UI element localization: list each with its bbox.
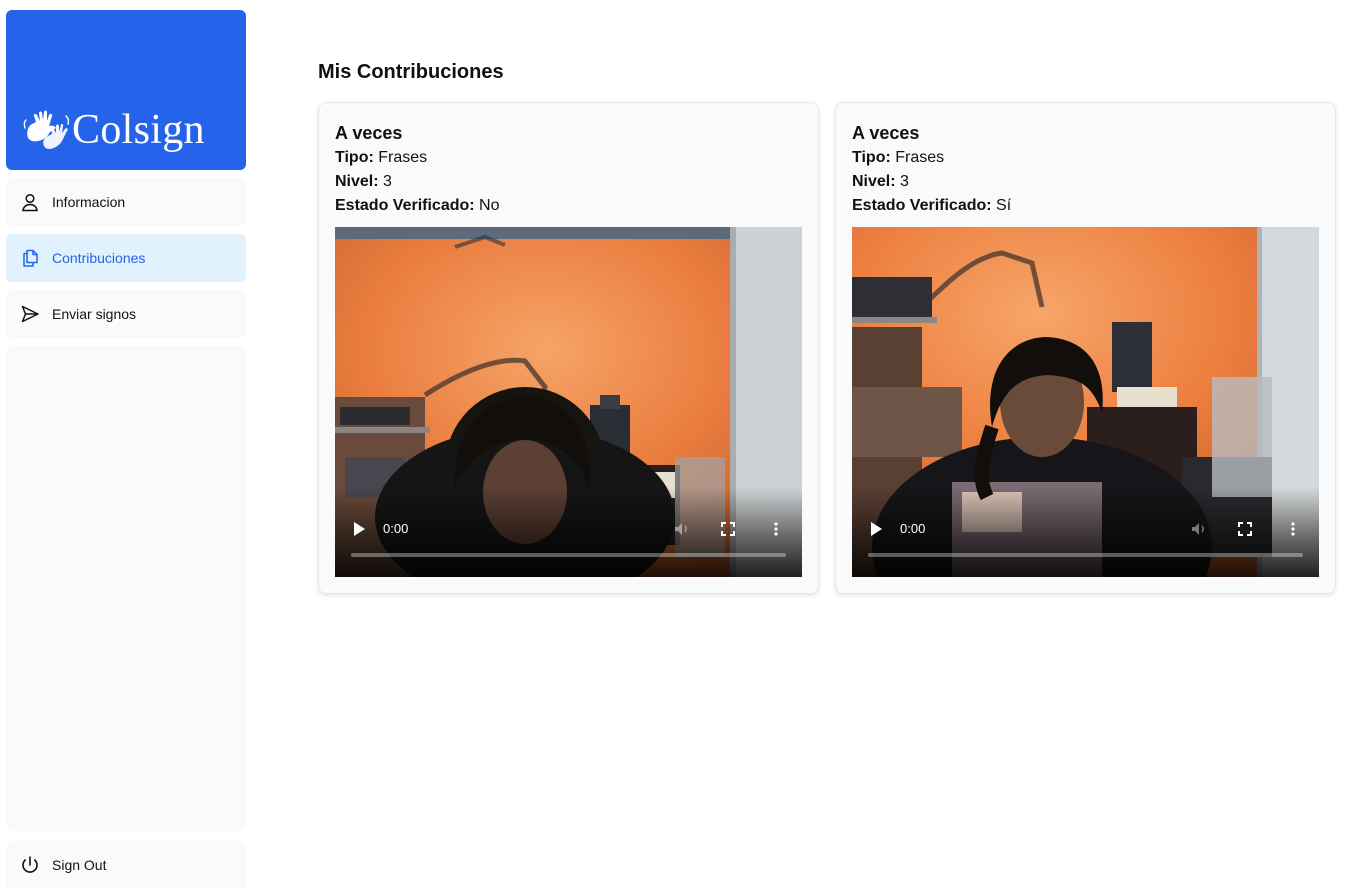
main-content: Mis Contribuciones A veces Tipo: Frases … (318, 58, 1338, 594)
card-nivel: Nivel: 3 (335, 170, 802, 194)
video-time: 0:00 (900, 521, 926, 536)
estado-label: Estado Verificado: (335, 197, 475, 214)
card-estado: Estado Verificado: No (335, 194, 802, 218)
card-estado: Estado Verificado: Sí (852, 194, 1319, 218)
fullscreen-icon (1238, 522, 1252, 536)
contribution-card: A veces Tipo: Frases Nivel: 3 Estado Ver… (835, 102, 1336, 594)
volume-button[interactable] (672, 519, 692, 539)
card-nivel: Nivel: 3 (852, 170, 1319, 194)
fullscreen-button[interactable] (718, 519, 738, 539)
play-icon (354, 522, 365, 536)
volume-button[interactable] (1189, 519, 1209, 539)
hands-icon (22, 108, 70, 152)
logo: Colsign (22, 106, 205, 154)
power-icon (20, 855, 40, 875)
video-controls: 0:00 (852, 487, 1319, 577)
user-icon (20, 192, 40, 212)
video-time: 0:00 (383, 521, 409, 536)
volume-icon (1192, 523, 1204, 535)
send-icon (20, 304, 40, 324)
contribution-card: A veces Tipo: Frases Nivel: 3 Estado Ver… (318, 102, 819, 594)
sidebar-spacer (6, 346, 246, 831)
video-player[interactable]: 0:00 (852, 227, 1319, 577)
video-player[interactable]: 0:00 (335, 227, 802, 577)
sidebar-item-enviar-signos[interactable]: Enviar signos (6, 290, 246, 338)
nivel-value: 3 (900, 173, 909, 190)
page-title: Mis Contribuciones (318, 61, 504, 83)
video-progress-bar[interactable] (868, 553, 1303, 557)
sidebar-item-label: Enviar signos (52, 306, 137, 322)
fullscreen-icon (721, 522, 735, 536)
nivel-label: Nivel: (852, 173, 896, 190)
play-icon (871, 522, 882, 536)
estado-value: No (479, 197, 500, 214)
tipo-value: Frases (378, 149, 428, 166)
logo-text: Colsign (72, 107, 205, 153)
nivel-value: 3 (383, 173, 392, 190)
fullscreen-button[interactable] (1235, 519, 1255, 539)
card-tipo: Tipo: Frases (335, 146, 802, 170)
video-controls: 0:00 (335, 487, 802, 577)
card-tipo: Tipo: Frases (852, 146, 1319, 170)
card-title: A veces (335, 123, 403, 143)
more-vertical-icon (774, 522, 778, 536)
sign-out-label: Sign Out (52, 857, 107, 873)
sidebar-item-informacion[interactable]: Informacion (6, 178, 246, 226)
more-vertical-icon (1291, 522, 1295, 536)
tipo-label: Tipo: (852, 149, 891, 166)
nivel-label: Nivel: (335, 173, 379, 190)
documents-icon (20, 248, 40, 268)
estado-label: Estado Verificado: (852, 197, 992, 214)
play-button[interactable] (866, 519, 886, 539)
sidebar-item-label: Informacion (52, 194, 126, 210)
more-options-button[interactable] (1283, 519, 1303, 539)
logo-banner: Colsign (6, 10, 246, 170)
sign-out-button[interactable]: Sign Out (6, 841, 246, 889)
video-progress-bar[interactable] (351, 553, 786, 557)
tipo-value: Frases (895, 149, 945, 166)
sidebar-item-label: Contribuciones (52, 250, 146, 266)
more-options-button[interactable] (766, 519, 786, 539)
play-button[interactable] (349, 519, 369, 539)
tipo-label: Tipo: (335, 149, 374, 166)
estado-value: Sí (996, 197, 1012, 214)
volume-icon (675, 523, 687, 535)
card-title: A veces (852, 123, 920, 143)
sidebar: Colsign Informacion Contribuciones Envia… (6, 10, 246, 889)
sidebar-item-contribuciones[interactable]: Contribuciones (6, 234, 246, 282)
